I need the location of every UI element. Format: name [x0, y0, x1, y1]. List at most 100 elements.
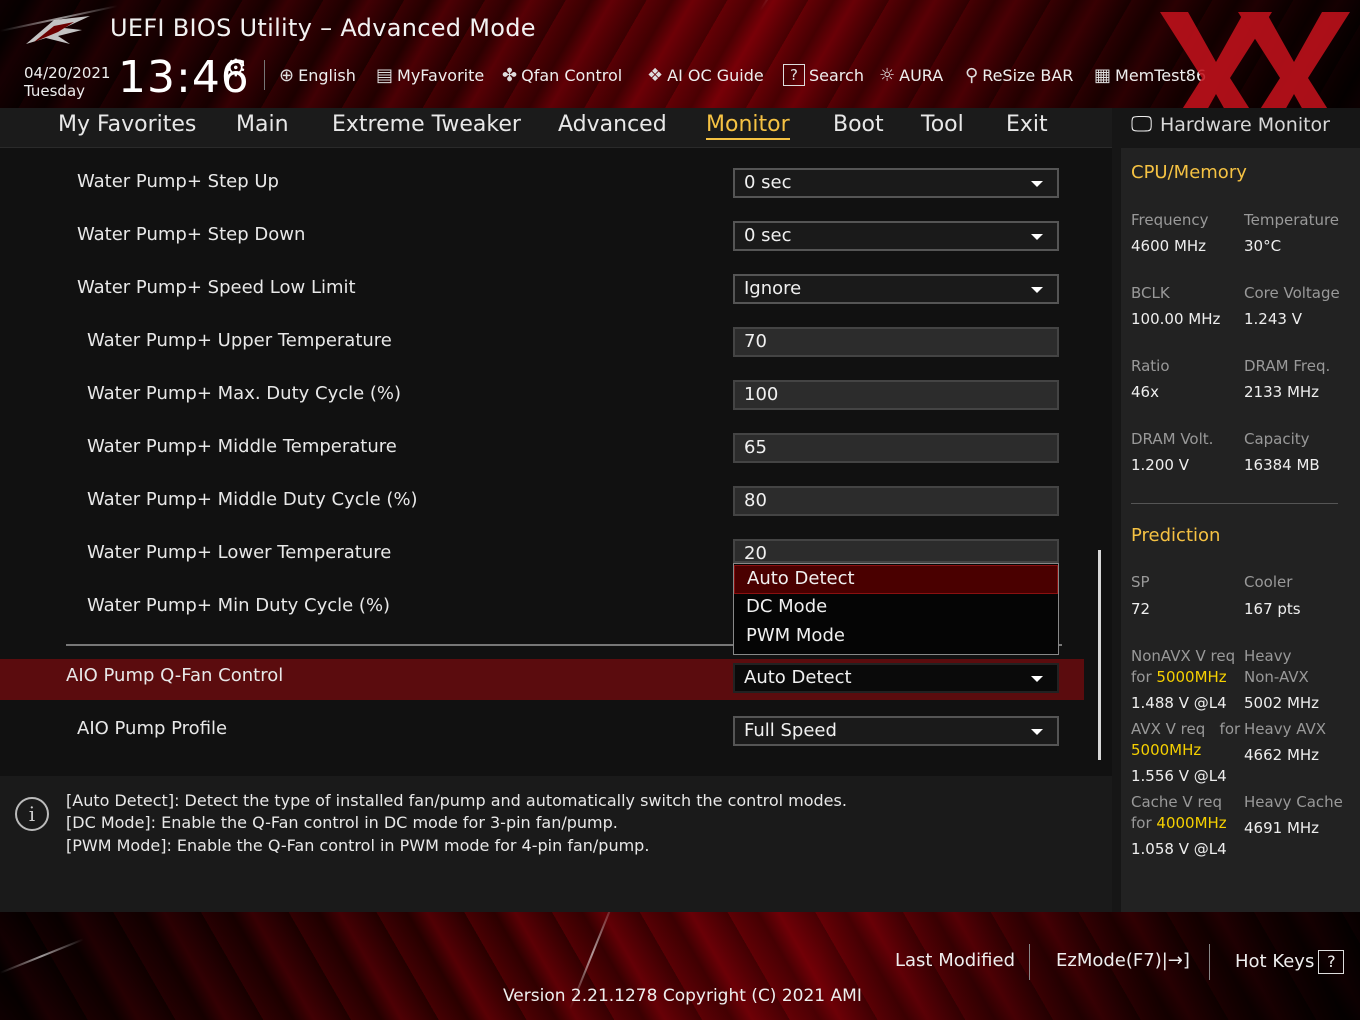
hw-value: 2133 MHz [1244, 383, 1320, 401]
heavy-nonavx-value: 5002 MHz [1244, 694, 1320, 712]
search-button[interactable]: ? Search [783, 62, 864, 88]
app-title: UEFI BIOS Utility – Advanced Mode [110, 14, 536, 42]
hw-value: 4600 MHz [1131, 237, 1207, 255]
hw-label: Frequency [1131, 211, 1209, 229]
settings-panel: Water Pump+ Step Up 0 sec Water Pump+ St… [0, 148, 1112, 766]
avx-label-text: AVX V req [1131, 720, 1206, 738]
heavy-nonavx-label: Heavy [1244, 647, 1292, 665]
nonavx-label: NonAVX V req [1131, 647, 1236, 665]
gear-icon[interactable]: ⚙ [225, 54, 247, 82]
tab-boot[interactable]: Boot [833, 112, 884, 137]
question-icon: ? [783, 64, 805, 86]
rog-logo-icon [26, 16, 90, 44]
heavy-cache-value: 4691 MHz [1244, 819, 1320, 837]
step-up-select[interactable]: 0 sec [733, 168, 1059, 198]
language-button[interactable]: ⊕ English [279, 62, 356, 88]
footer-divider [1209, 944, 1210, 980]
header-divider [264, 60, 265, 90]
dropdown-option-dc-mode[interactable]: DC Mode [734, 594, 1058, 623]
ai-oc-guide-label: AI OC Guide [667, 65, 764, 85]
ezmode-label: EzMode(F7)| [1056, 950, 1168, 971]
step-down-select[interactable]: 0 sec [733, 221, 1059, 251]
hw-label: BCLK [1131, 284, 1170, 302]
help-line: [Auto Detect]: Detect the type of instal… [66, 791, 847, 810]
heavy-avx-label: Heavy AVX [1244, 720, 1327, 738]
speed-low-limit-select[interactable]: Ignore [733, 274, 1059, 304]
cpu-memory-heading: CPU/Memory [1131, 162, 1247, 183]
dropdown-option-pwm-mode[interactable]: PWM Mode [734, 623, 1058, 652]
lower-temperature-input[interactable]: 20 [733, 539, 1059, 564]
heavy-avx-value: 4662 MHz [1244, 746, 1320, 764]
tab-main[interactable]: Main [236, 112, 289, 137]
setting-label: Water Pump+ Max. Duty Cycle (%) [87, 383, 402, 404]
tab-advanced[interactable]: Advanced [558, 112, 667, 137]
hw-label: Capacity [1244, 430, 1310, 448]
ai-oc-guide-button[interactable]: ❖ AI OC Guide [647, 62, 764, 88]
last-modified-button[interactable]: Last Modified [895, 950, 1015, 971]
hw-label: DRAM Volt. [1131, 430, 1214, 448]
qfan-control-button[interactable]: ✤ Qfan Control [502, 62, 622, 88]
monitor-icon: 🖵 [1131, 112, 1153, 137]
help-line: [DC Mode]: Enable the Q-Fan control in D… [66, 813, 618, 832]
footer-divider [1029, 944, 1030, 980]
select-value: Auto Detect [744, 667, 852, 688]
avx-label: AVX V req for [1131, 720, 1240, 738]
aura-icon: ☼ [879, 64, 896, 86]
aio-qfan-control-select[interactable]: Auto Detect [733, 663, 1059, 693]
upper-temperature-input[interactable]: 70 [733, 327, 1059, 357]
select-value: Full Speed [744, 720, 837, 741]
aura-label: AURA [899, 65, 944, 85]
aio-pump-profile-select[interactable]: Full Speed [733, 716, 1059, 746]
ezmode-button[interactable]: EzMode(F7)|→] [1056, 950, 1190, 971]
setting-label: Water Pump+ Middle Duty Cycle (%) [87, 489, 418, 510]
chevron-down-icon [1031, 729, 1043, 735]
resize-bar-button[interactable]: ⚲ ReSize BAR [965, 62, 1073, 88]
cache-freq: 4000MHz [1156, 814, 1227, 832]
cache-for-label: for 4000MHz [1131, 814, 1227, 832]
tab-exit[interactable]: Exit [1006, 112, 1048, 137]
hw-label: Ratio [1131, 357, 1170, 375]
heavy-cache-label: Heavy Cache [1244, 793, 1343, 811]
scrollbar[interactable] [1098, 550, 1101, 760]
cache-label: Cache V req [1131, 793, 1223, 811]
language-label: English [298, 65, 356, 85]
setting-label: Water Pump+ Step Down [77, 224, 306, 245]
hot-keys-button[interactable]: Hot Keys? [1235, 950, 1345, 974]
middle-temperature-input[interactable]: 65 [733, 433, 1059, 463]
day-readout: Tuesday [24, 82, 86, 100]
help-line: [PWM Mode]: Enable the Q-Fan control in … [66, 836, 650, 855]
info-icon: i [15, 797, 49, 831]
hw-label: Temperature [1244, 211, 1340, 229]
dropdown-option-auto-detect[interactable]: Auto Detect [734, 565, 1058, 594]
tab-my-favorites[interactable]: My Favorites [58, 112, 196, 137]
myfavorite-button[interactable]: ▤ MyFavorite [376, 62, 484, 88]
hw-value: 100.00 MHz [1131, 310, 1221, 328]
hw-value: 46x [1131, 383, 1159, 401]
tab-extreme-tweaker[interactable]: Extreme Tweaker [332, 112, 521, 137]
header-bar: UEFI BIOS Utility – Advanced Mode 04/20/… [0, 0, 1360, 108]
version-text: Version 2.21.1278 Copyright (C) 2021 AMI [503, 986, 862, 1006]
heavy-nonavx-label-2: Non-AVX [1244, 668, 1309, 686]
hot-keys-label: Hot Keys [1235, 951, 1315, 972]
aura-button[interactable]: ☼ AURA [879, 62, 943, 88]
exit-arrow-icon: →] [1167, 950, 1190, 971]
middle-duty-cycle-input[interactable]: 80 [733, 486, 1059, 516]
chevron-down-icon [1031, 287, 1043, 293]
nonavx-freq: 5000MHz [1156, 668, 1227, 686]
chevron-down-icon [1031, 676, 1043, 682]
hw-label: Core Voltage [1244, 284, 1340, 302]
tab-tool[interactable]: Tool [921, 112, 964, 137]
dropdown-menu: Auto Detect DC Mode PWM Mode [733, 563, 1059, 655]
cache-value: 1.058 V @L4 [1131, 840, 1227, 858]
setting-label: AIO Pump Profile [77, 718, 228, 739]
footer-bar: Last Modified EzMode(F7)|→] Hot Keys? Ve… [0, 912, 1360, 1020]
for-text: for [1131, 814, 1152, 832]
memory-icon: ▦ [1094, 64, 1112, 86]
max-duty-cycle-input[interactable]: 100 [733, 380, 1059, 410]
hw-label: DRAM Freq. [1244, 357, 1331, 375]
tab-monitor[interactable]: Monitor [706, 112, 790, 140]
sp-value: 72 [1131, 600, 1151, 618]
select-value: 0 sec [744, 225, 792, 246]
chip-icon: ❖ [647, 64, 664, 86]
sp-label: SP [1131, 573, 1150, 591]
